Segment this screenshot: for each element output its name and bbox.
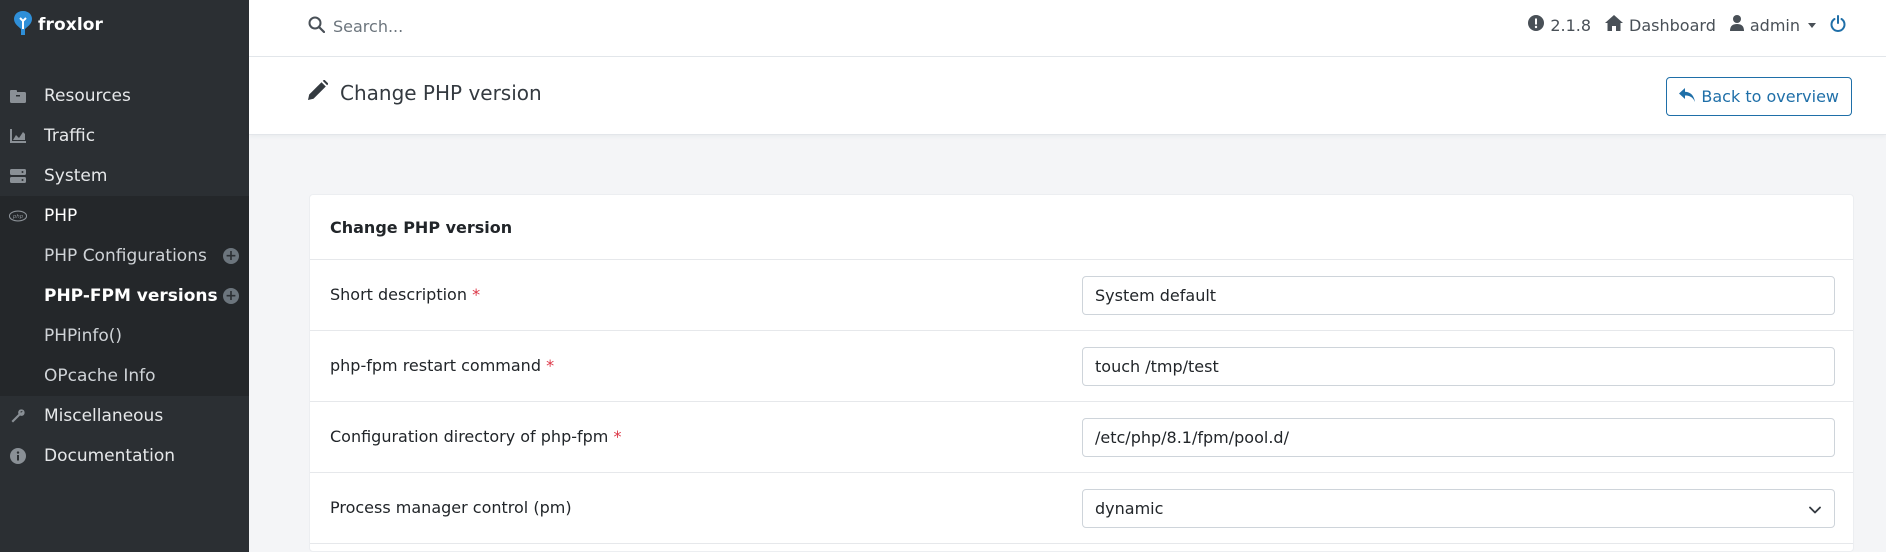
folder-icon [9,87,27,105]
field-label: Short description * [330,285,481,304]
server-icon [9,167,27,185]
sidebar-item-documentation[interactable]: Documentation [0,436,249,476]
config-directory-field[interactable] [1082,418,1835,457]
process-manager-select[interactable]: dynamic [1082,489,1835,528]
form-row-restart-command: php-fpm restart command * [310,331,1853,402]
sidebar-item-miscellaneous[interactable]: Miscellaneous [0,396,249,436]
field-label: Process manager control (pm) [330,498,572,517]
short-description-field[interactable] [1082,276,1835,315]
search-input[interactable] [333,13,833,39]
sidebar-item-label: Resources [44,86,131,106]
sidebar-subitem-phpinfo[interactable]: PHPinfo() [0,316,249,356]
required-marker: * [613,427,622,446]
select-value: dynamic [1095,499,1164,518]
pencil-icon [308,79,329,105]
form-card: Change PHP version Short description * p… [309,194,1854,552]
sidebar-subitem-label: OPcache Info [44,366,156,386]
info-circle-icon [9,447,27,465]
wrench-icon [9,407,27,425]
caret-down-icon [1808,22,1816,28]
sidebar-subitem-php-fpm-versions[interactable]: PHP-FPM versions + [0,276,249,316]
home-icon [1605,15,1624,35]
add-php-configuration-icon[interactable]: + [223,248,239,264]
froxlor-logo-icon [12,10,34,41]
version-indicator[interactable]: 2.1.8 [1528,15,1591,35]
sidebar-subitem-label: PHPinfo() [44,326,123,346]
sidebar-item-label: Miscellaneous [44,406,164,426]
back-to-overview-button[interactable]: Back to overview [1666,77,1852,116]
sidebar-item-resources[interactable]: Resources [0,76,249,116]
svg-text:php: php [12,214,24,220]
user-name: admin [1749,15,1800,35]
back-button-label: Back to overview [1701,87,1839,106]
logout-button[interactable] [1830,14,1846,36]
php-icon: php [9,207,27,225]
form-row-short-description: Short description * [310,260,1853,331]
sidebar-subitem-label: PHP-FPM versions [44,286,218,306]
page-title-text: Change PHP version [340,80,542,105]
power-icon [1830,14,1846,36]
form-row-config-directory: Configuration directory of php-fpm * [310,402,1853,473]
sidebar-item-traffic[interactable]: Traffic [0,116,249,156]
sidebar: froxlor Resources Traffic System php PHP [0,0,249,552]
sidebar-item-system[interactable]: System [0,156,249,196]
restart-command-field[interactable] [1082,347,1835,386]
required-marker: * [472,285,481,304]
card-title: Change PHP version [310,195,1853,260]
topbar: 2.1.8 Dashboard admin [249,0,1886,57]
dashboard-link[interactable]: Dashboard [1605,15,1716,35]
sidebar-item-label: PHP [44,206,78,226]
sidebar-item-label: Traffic [44,126,96,146]
version-text: 2.1.8 [1550,15,1592,35]
sidebar-nav: Resources Traffic System php PHP PHP Con… [0,76,249,476]
required-marker: * [546,356,555,375]
search-icon [308,16,326,38]
sidebar-item-label: System [44,166,108,186]
exclamation-circle-icon [1528,15,1545,35]
brand-name: froxlor [38,15,104,35]
dashboard-label: Dashboard [1629,15,1716,35]
field-label: php-fpm restart command * [330,356,555,375]
sidebar-subitem-php-configurations[interactable]: PHP Configurations + [0,236,249,276]
chevron-down-icon [1808,502,1822,521]
sidebar-item-php[interactable]: php PHP [0,196,249,236]
add-php-fpm-version-icon[interactable]: + [223,288,239,304]
brand[interactable]: froxlor [0,0,249,50]
sidebar-subitem-label: PHP Configurations [44,246,207,266]
chart-area-icon [9,127,27,145]
field-label: Configuration directory of php-fpm * [330,427,622,446]
form-row-process-manager: Process manager control (pm) dynamic [310,473,1853,544]
sidebar-item-label: Documentation [44,446,176,466]
page-header: Change PHP version Back to overview [249,57,1886,135]
sidebar-subitem-opcache-info[interactable]: OPcache Info [0,356,249,396]
topbar-right: 2.1.8 Dashboard admin [1528,0,1846,50]
user-icon [1729,15,1744,35]
reply-icon [1679,87,1696,106]
page-title: Change PHP version [308,79,542,105]
user-menu[interactable]: admin [1729,15,1816,35]
